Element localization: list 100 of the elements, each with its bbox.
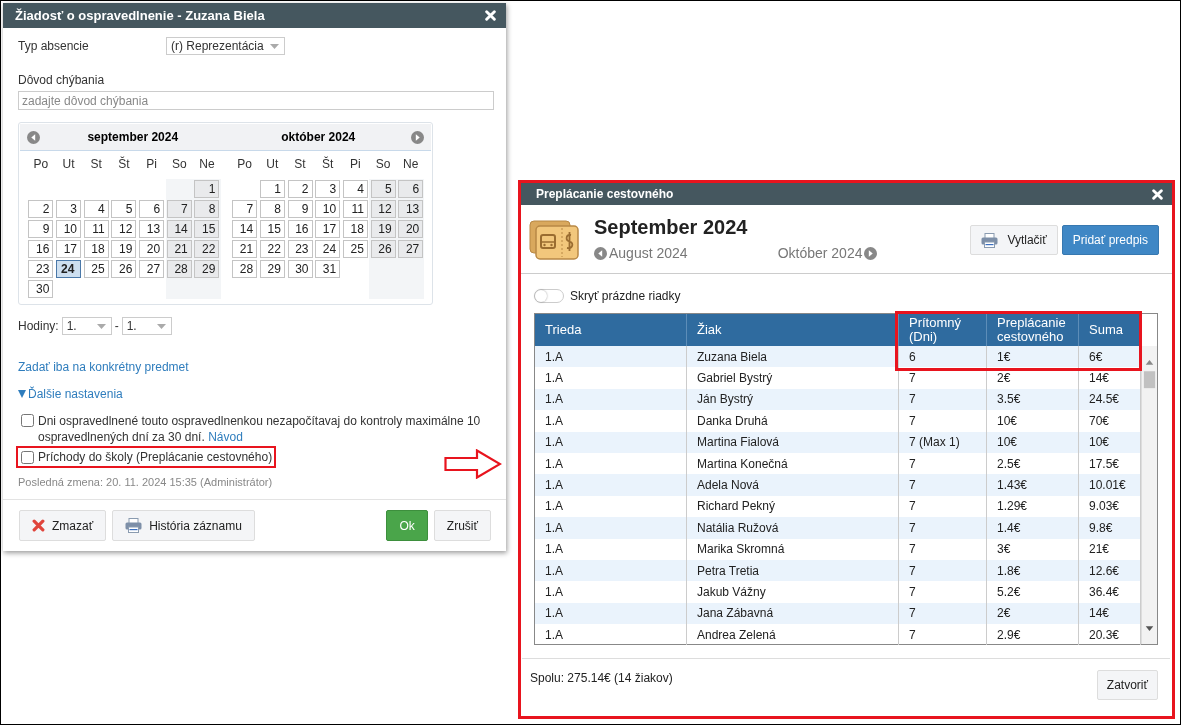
calendar-day[interactable]: 4 [83, 200, 109, 218]
input-field[interactable]: zadajte dôvod chýbania [18, 91, 494, 110]
dropdown[interactable]: (r) Reprezentácia [166, 37, 285, 55]
table-cell: 1.A [535, 346, 687, 368]
calendar-day[interactable]: 17 [315, 220, 341, 238]
calendar-day[interactable]: 22 [259, 240, 285, 258]
help-link[interactable]: Návod [208, 430, 243, 444]
calendar-day[interactable]: 23 [287, 240, 313, 258]
calendar-day[interactable]: 14 [232, 220, 258, 238]
calendar-day[interactable]: 2 [287, 180, 313, 198]
calendar-day[interactable]: 16 [28, 240, 54, 258]
next-month-icon[interactable] [411, 130, 424, 144]
calendar-day[interactable]: 15 [259, 220, 285, 238]
checkbox[interactable] [21, 450, 34, 464]
dropdown[interactable]: 1. [61, 317, 112, 335]
settings-toggle-link[interactable]: Ďalšie nastavenia [28, 387, 123, 401]
next-month-link[interactable]: Október 2024 [777, 245, 878, 261]
calendar-day[interactable]: 14 [166, 220, 192, 238]
calendar-day[interactable]: 6 [139, 200, 165, 218]
calendar-day[interactable]: 19 [370, 220, 396, 238]
calendar-day[interactable]: 21 [232, 240, 258, 258]
calendar-day[interactable]: 17 [56, 240, 82, 258]
table-cell: 2€ [987, 602, 1079, 625]
table-cell: 7 [899, 581, 987, 603]
calendar-day[interactable]: 25 [83, 260, 109, 278]
prev-month-link[interactable]: August 2024 [594, 245, 688, 261]
calendar-day[interactable]: 27 [398, 240, 424, 258]
scrollbar[interactable] [1141, 346, 1157, 644]
table-cell: Jana Zábavná [687, 602, 899, 625]
cancel-button[interactable]: Zrušiť [433, 510, 491, 541]
table-cell: Adela Nová [687, 474, 899, 496]
calendar-day[interactable]: 7 [166, 200, 192, 218]
calendar-day[interactable]: 6 [398, 180, 424, 198]
toggle-label: Skryť prázdne riadky [570, 289, 681, 303]
calendar-day[interactable]: 13 [398, 200, 424, 218]
calendar-day[interactable]: 10 [315, 200, 341, 218]
calendar-day[interactable]: 21 [166, 240, 192, 258]
toggle-switch[interactable] [534, 289, 564, 303]
column-header: Preplácanie cestovného [987, 314, 1079, 346]
calendar-day[interactable]: 3 [56, 200, 82, 218]
calendar-day[interactable]: 11 [342, 200, 368, 218]
calendar-day[interactable]: 10 [56, 220, 82, 238]
calendar-day[interactable]: 30 [28, 280, 54, 298]
calendar-day[interactable]: 27 [139, 260, 165, 278]
calendar-day[interactable]: 16 [287, 220, 313, 238]
calendar-day[interactable]: 23 [28, 260, 54, 278]
arrow-left-icon[interactable] [594, 246, 607, 260]
table-cell: 10€ [987, 431, 1079, 453]
close-button[interactable]: Zatvoriť [1096, 670, 1158, 700]
calendar-day[interactable]: 3 [315, 180, 341, 198]
calendar-day[interactable]: 18 [83, 240, 109, 258]
calendar-day[interactable]: 11 [83, 220, 109, 238]
add-button[interactable]: Pridať predpis [1061, 225, 1159, 255]
table-cell: 1.A [535, 581, 687, 603]
table-cell: Andrea Zelená [687, 624, 899, 646]
dialog-title: Žiadosť o ospravedlnenie - Zuzana Biela [15, 8, 265, 23]
delete-button[interactable]: Zmazať [19, 510, 107, 541]
calendar-day[interactable]: 12 [111, 220, 137, 238]
calendar-day[interactable]: 29 [194, 260, 220, 278]
calendar-day[interactable]: 1 [194, 180, 220, 198]
calendar-day[interactable]: 12 [370, 200, 396, 218]
calendar-day[interactable]: 24 [56, 260, 82, 278]
calendar-day[interactable]: 4 [342, 180, 368, 198]
calendar-day[interactable]: 29 [259, 260, 285, 278]
calendar-day[interactable]: 26 [370, 240, 396, 258]
calendar-day[interactable]: 8 [194, 200, 220, 218]
calendar-day[interactable]: 24 [315, 240, 341, 258]
calendar-day[interactable]: 7 [232, 200, 258, 218]
close-icon[interactable] [485, 10, 496, 21]
calendar-day[interactable]: 30 [287, 260, 313, 278]
calendar-day[interactable]: 5 [370, 180, 396, 198]
calendar-day[interactable]: 20 [139, 240, 165, 258]
calendar-day[interactable]: 8 [259, 200, 285, 218]
table-cell: 3.5€ [987, 388, 1079, 411]
calendar-day[interactable]: 28 [166, 260, 192, 278]
calendar-day[interactable]: 20 [398, 220, 424, 238]
calendar-day[interactable]: 22 [194, 240, 220, 258]
caret-icon[interactable] [18, 390, 26, 398]
calendar-day[interactable]: 31 [315, 260, 341, 278]
calendar-day[interactable]: 1 [259, 180, 285, 198]
checkbox[interactable] [21, 414, 34, 427]
calendar-day[interactable]: 5 [111, 200, 137, 218]
calendar-day[interactable]: 2 [28, 200, 54, 218]
calendar-day[interactable]: 19 [111, 240, 137, 258]
history-button[interactable]: História záznamu [112, 510, 255, 541]
calendar-day[interactable]: 13 [139, 220, 165, 238]
subject-link[interactable]: Zadať iba na konkrétny predmet [18, 360, 189, 374]
calendar-day[interactable]: 28 [232, 260, 258, 278]
prev-month-icon[interactable] [27, 130, 40, 144]
calendar-day[interactable]: 9 [28, 220, 54, 238]
dropdown[interactable]: 1. [121, 317, 172, 335]
table-cell: 10€ [987, 410, 1079, 432]
calendar-day[interactable]: 18 [342, 220, 368, 238]
calendar-day[interactable]: 15 [194, 220, 220, 238]
print-button[interactable]: Vytlačiť [970, 225, 1058, 255]
calendar-day[interactable]: 25 [342, 240, 368, 258]
calendar-day[interactable]: 9 [287, 200, 313, 218]
arrow-right-icon[interactable] [864, 246, 878, 260]
calendar-day[interactable]: 26 [111, 260, 137, 278]
close-icon[interactable] [1152, 188, 1163, 200]
